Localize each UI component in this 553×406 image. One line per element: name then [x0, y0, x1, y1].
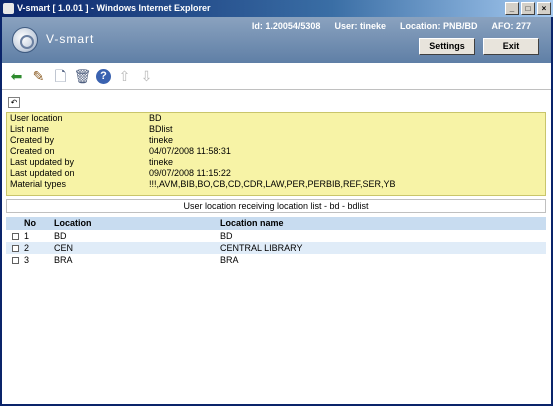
vsmart-logo-icon — [12, 27, 38, 53]
logo-text: V-smart — [46, 32, 95, 46]
edit-icon[interactable]: ✎ — [30, 68, 47, 85]
cell-location: BD — [54, 231, 67, 241]
cell-no: 3 — [24, 255, 30, 265]
ie-app-icon — [3, 3, 14, 14]
detail-value: 09/07/2008 11:15:22 — [149, 168, 231, 178]
cell-no: 1 — [24, 231, 30, 241]
cell-location-name: BD — [220, 231, 233, 241]
cell-location: BRA — [54, 255, 73, 265]
table-header: No Location Location name — [6, 217, 546, 230]
window-titlebar: V-smart [ 1.0.01 ] - Windows Internet Ex… — [0, 0, 553, 17]
maximize-button[interactable]: □ — [521, 2, 535, 15]
row-checkbox[interactable] — [11, 232, 19, 240]
location-table: No Location Location name 1 BD BD 2 CEN … — [6, 217, 546, 266]
row-checkbox[interactable] — [11, 256, 19, 264]
app-header: V-smart Id: 1.20054/5308 User: tineke Lo… — [0, 17, 553, 63]
record-id: Id: 1.20054/5308 — [251, 21, 321, 31]
user-info: User: tineke — [334, 21, 386, 31]
close-button[interactable]: × — [537, 2, 551, 15]
detail-value: 04/07/2008 11:58:31 — [149, 146, 231, 156]
help-icon[interactable]: ? — [96, 68, 111, 84]
table-row[interactable]: 3 BRA BRA — [6, 254, 546, 266]
detail-label: User location — [10, 113, 63, 123]
new-document-icon[interactable]: 🗋 — [52, 68, 69, 85]
location-info: Location: PNB/BD — [399, 21, 478, 31]
col-location-name-header[interactable]: Location name — [220, 217, 546, 230]
detail-row: Last updated by tineke — [7, 157, 545, 168]
col-no-header[interactable]: No — [24, 217, 54, 230]
detail-row: Last updated on 09/07/2008 11:15:22 — [7, 168, 545, 179]
detail-value: tineke — [149, 135, 174, 145]
move-up-icon: ⇧ — [118, 68, 131, 84]
table-row[interactable]: 2 CEN CENTRAL LIBRARY — [6, 242, 546, 254]
col-location-header[interactable]: Location — [54, 217, 220, 230]
session-info: Id: 1.20054/5308 User: tineke Location: … — [252, 21, 531, 31]
back-arrow-icon[interactable]: ⬅ — [8, 68, 25, 85]
table-row[interactable]: 1 BD BD — [6, 230, 546, 242]
detail-value: BDlist — [149, 124, 173, 134]
detail-row: User location BD — [7, 113, 545, 124]
settings-button[interactable]: Settings — [419, 38, 475, 55]
detail-row: Material types !!!,AVM,BIB,BO,CB,CD,CDR,L… — [7, 179, 545, 190]
cell-location: CEN — [54, 243, 74, 253]
detail-value: !!!,AVM,BIB,BO,CB,CD,CDR,LAW,PER,PERBIB,… — [149, 179, 396, 189]
detail-row: List name BDlist — [7, 124, 545, 135]
cell-location-name: BRA — [220, 255, 239, 265]
toolbar: ⬅ ✎ 🗋 🗑 ? ⇧ ⇩ — [8, 66, 155, 86]
list-caption: User location receiving location list - … — [6, 199, 546, 213]
detail-row: Created on 04/07/2008 11:58:31 — [7, 146, 545, 157]
detail-label: List name — [10, 124, 50, 134]
move-down-icon: ⇩ — [140, 68, 153, 84]
list-details-panel: User location BD List name BDlist Created … — [6, 112, 546, 196]
undo-icon[interactable]: ↶ — [8, 97, 20, 108]
minimize-button[interactable]: _ — [505, 2, 519, 15]
detail-value: tineke — [149, 157, 174, 167]
detail-label: Created by — [10, 135, 55, 145]
detail-label: Material types — [10, 179, 67, 189]
cell-location-name: CENTRAL LIBRARY — [220, 243, 303, 253]
row-checkbox[interactable] — [11, 244, 19, 252]
afo-info: AFO: 277 — [491, 21, 531, 31]
exit-button[interactable]: Exit — [483, 38, 539, 55]
detail-label: Last updated by — [10, 157, 75, 167]
cell-no: 2 — [24, 243, 30, 253]
detail-label: Created on — [10, 146, 55, 156]
toolbar-divider — [0, 89, 553, 90]
window-title: V-smart [ 1.0.01 ] - Windows Internet Ex… — [17, 3, 211, 13]
delete-trash-icon[interactable]: 🗑 — [74, 68, 92, 85]
detail-value: BD — [149, 113, 162, 123]
detail-label: Last updated on — [10, 168, 75, 178]
detail-row: Created by tineke — [7, 135, 545, 146]
